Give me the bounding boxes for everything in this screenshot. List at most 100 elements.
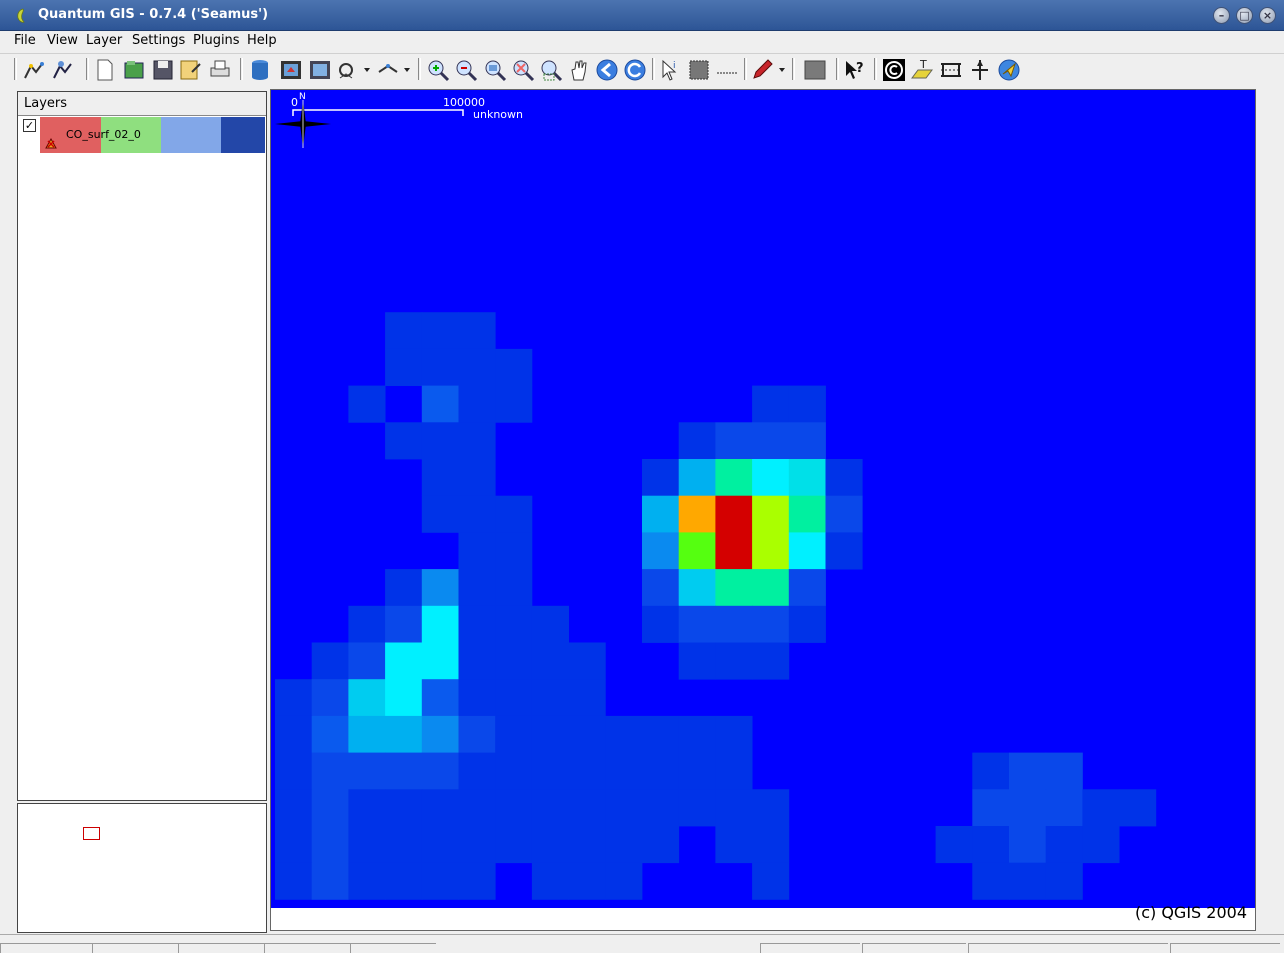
legend-title: Layers [24,96,68,111]
raster-cell [972,862,1010,900]
raster-cell [825,495,863,533]
new-project-button[interactable] [93,58,117,82]
zoom-full-button[interactable] [483,58,507,82]
raster-layer[interactable] [271,90,1255,930]
zoom-out-button[interactable] [454,58,478,82]
toolbar-grip[interactable] [874,58,877,80]
raster-layer-icon [45,137,57,149]
north-arrow-button[interactable] [968,58,992,82]
map-composer-button[interactable] [279,58,303,82]
minimize-button[interactable]: – [1213,7,1230,24]
raster-cell [458,459,496,497]
ramp-color-light-blue [161,117,221,153]
raster-cell [458,789,496,827]
raster-cell [311,679,349,717]
map-composer-icon [281,61,301,79]
capture-button[interactable] [308,58,332,82]
toolbar-grip[interactable] [14,58,17,80]
toolbar-grip[interactable] [792,58,795,80]
raster-cell [495,752,533,790]
raster-cell [275,862,313,900]
identify-menu-icon [339,63,353,79]
layer-color-ramp: CO_surf_02_0 [40,117,265,153]
raster-cell [678,605,716,643]
toolbar-grip[interactable] [418,58,421,80]
raster-cell [385,679,423,717]
refresh-button[interactable] [623,58,647,82]
pan-button[interactable] [567,58,591,82]
layer-visibility-checkbox[interactable]: ✓ [23,119,36,132]
raster-cell [715,789,753,827]
raster-cell [568,862,606,900]
dropdown-arrow-icon[interactable] [364,68,370,72]
toolbar-grip[interactable] [836,58,839,80]
gps-button[interactable] [997,58,1021,82]
zoom-out-icon [456,60,478,82]
zoom-in-button[interactable] [426,58,450,82]
select-button[interactable] [687,58,711,82]
overview-extent-box[interactable] [83,827,100,840]
zoom-layer-button[interactable] [539,58,563,82]
raster-cell [495,495,533,533]
measure-button[interactable] [715,58,739,82]
menu-help[interactable]: Help [247,33,277,48]
menu-file[interactable]: File [14,33,36,48]
toggle-editing-button[interactable] [803,58,827,82]
raster-cell [1045,752,1083,790]
identify-button[interactable]: i [658,58,682,82]
close-button[interactable]: × [1259,7,1276,24]
save-as-button[interactable] [178,58,202,82]
raster-cell [348,642,386,680]
print-icon [210,60,230,77]
menu-layer[interactable]: Layer [86,33,122,48]
raster-cell [458,569,496,607]
print-button[interactable] [208,58,232,82]
toolbar-grip[interactable] [744,58,747,80]
raster-cell [385,312,423,350]
add-vector-button[interactable] [22,58,46,82]
raster-cell [531,752,569,790]
raster-cell [568,642,606,680]
raster-cell [642,495,680,533]
toolbar-grip[interactable] [240,58,243,80]
identify-menu-button[interactable] [336,58,360,82]
maximize-button[interactable]: □ [1236,7,1253,24]
copyright-button[interactable] [882,58,906,82]
add-vector-icon [24,62,44,79]
raster-cell [348,385,386,423]
toolbar-grip[interactable] [652,58,655,80]
menu-settings[interactable]: Settings [132,33,185,48]
zoom-selection-button[interactable] [511,58,535,82]
raster-cell [421,459,459,497]
scale-bar-button[interactable] [939,58,963,82]
open-project-button[interactable] [122,58,146,82]
add-postgis-button[interactable] [248,58,272,82]
raster-cell [495,679,533,717]
raster-cell [531,679,569,717]
raster-cell [752,532,790,570]
menu-plugins[interactable]: Plugins [193,33,240,48]
overview-panel[interactable] [17,803,267,933]
raster-cell [275,789,313,827]
raster-cell [385,862,423,900]
whats-this-button[interactable]: ? [843,58,867,82]
window-title: Quantum GIS - 0.7.4 ('Seamus') [38,7,269,22]
qgis-logo-icon [17,8,25,23]
dropdown-arrow-icon[interactable] [779,68,785,72]
raster-cell [275,826,313,864]
dropdown-arrow-icon[interactable] [404,68,410,72]
menu-view[interactable]: View [47,33,78,48]
add-raster-button[interactable] [51,58,75,82]
map-canvas[interactable]: 0 100000 unknown N (c) QGIS 2004 [270,89,1256,931]
raster-cell [385,569,423,607]
select-icon [689,60,709,80]
zoom-last-button[interactable] [595,58,619,82]
label-button[interactable]: T [910,58,934,82]
raster-cell [531,789,569,827]
raster-cell [568,752,606,790]
edit-pencil-button[interactable] [750,58,774,82]
digitize-menu-button[interactable] [376,58,400,82]
toolbar-grip[interactable] [86,58,89,80]
save-project-button[interactable] [151,58,175,82]
legend-layer-item[interactable]: ✓ CO_surf_02_0 [18,116,266,154]
